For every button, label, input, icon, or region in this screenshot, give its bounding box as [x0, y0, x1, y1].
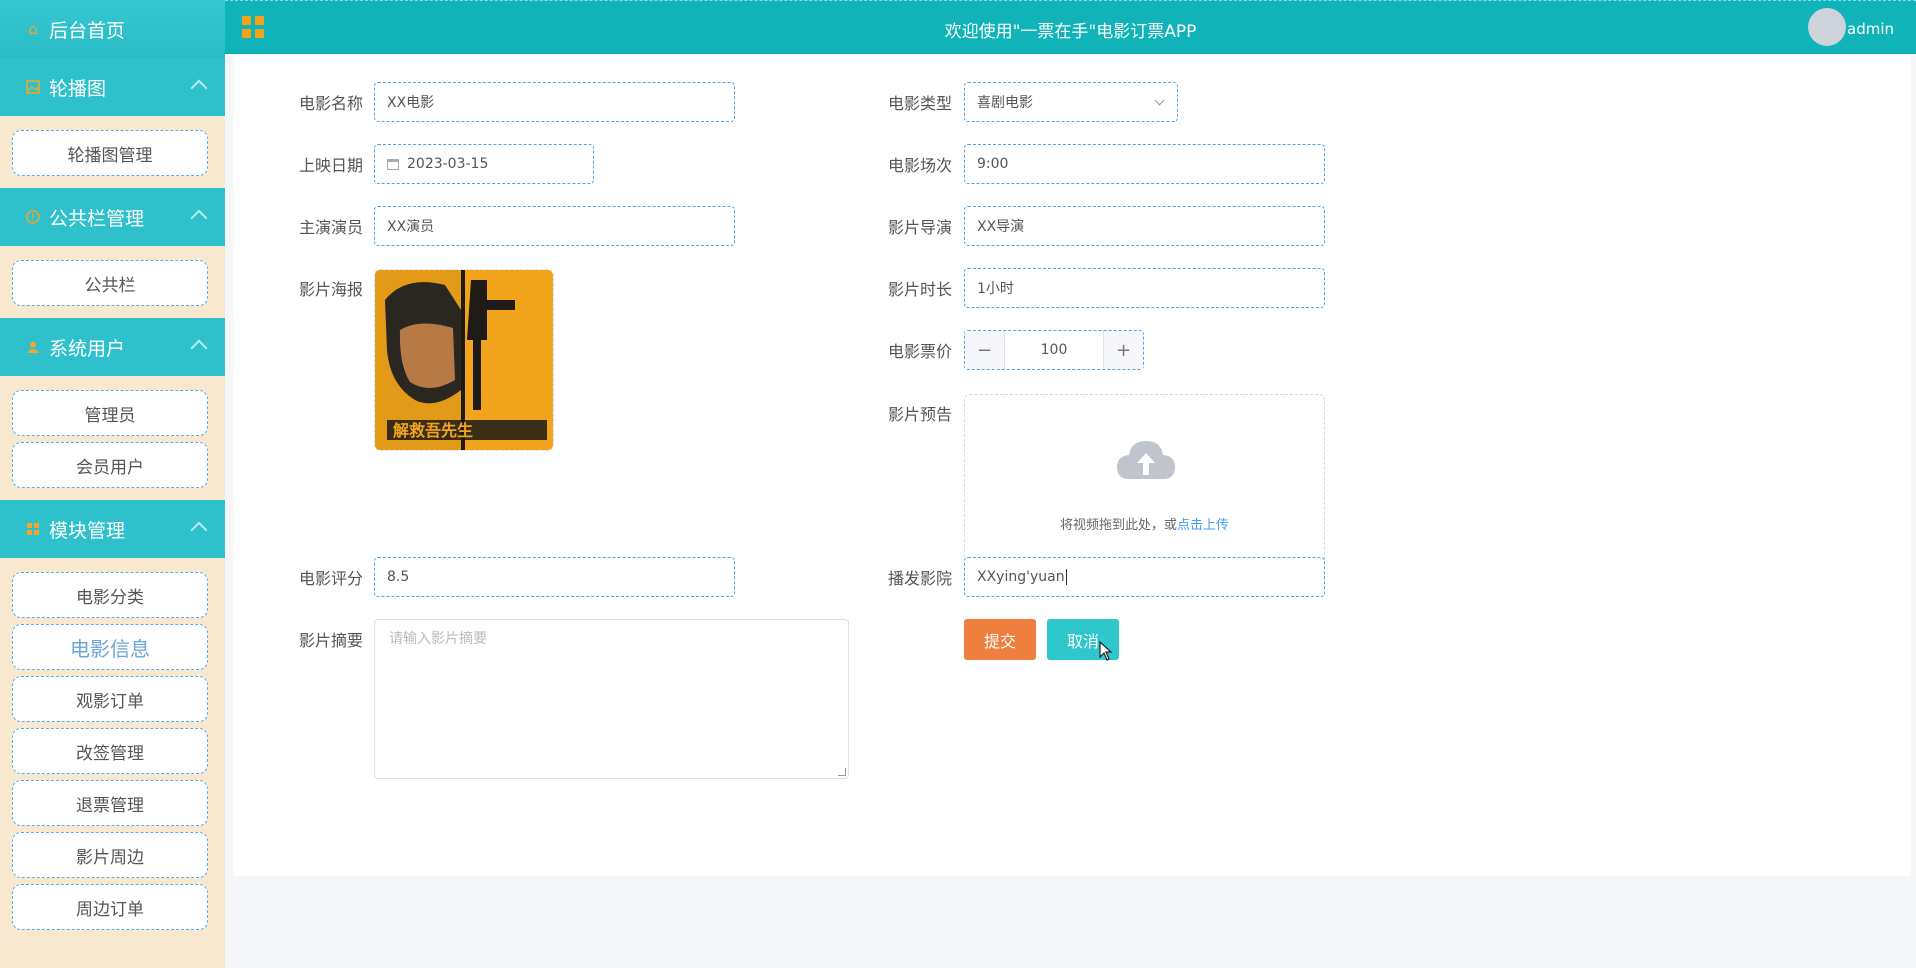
duration-label: 影片时长	[887, 280, 952, 299]
sidebar-group-label: 模块管理	[49, 519, 126, 542]
price-stepper[interactable]: − 100 +	[964, 330, 1144, 370]
sidebar-home[interactable]: ⌂ 后台首页	[0, 0, 225, 58]
type-value: 喜剧电影	[977, 95, 1033, 111]
sidebar-item-reschedule[interactable]: 改签管理	[12, 728, 208, 774]
poster-title: 解救吾先生	[393, 421, 473, 440]
chevron-down-icon	[1154, 95, 1165, 106]
sidebar: ⌂ 后台首页 轮播图 轮播图管理 公共栏管理 公共栏 系统用户 管理员 会员用户	[0, 0, 225, 968]
home-icon: ⌂	[28, 20, 38, 38]
duration-value: 1小时	[977, 281, 1014, 297]
trailer-upload-dropzone[interactable]: 将视频拖到此处，或点击上传	[964, 394, 1325, 574]
sidebar-home-label: 后台首页	[49, 19, 126, 42]
sidebar-submenu: 管理员 会员用户	[0, 376, 225, 500]
sidebar-item-merch-orders[interactable]: 周边订单	[12, 884, 208, 930]
resize-grip-icon[interactable]	[838, 768, 846, 776]
actors-label: 主演演员	[298, 218, 363, 237]
upload-link[interactable]: 点击上传	[1177, 518, 1229, 533]
poster-label: 影片海报	[298, 280, 363, 299]
sidebar-item-carousel-manage[interactable]: 轮播图管理	[12, 130, 208, 176]
rating-label: 电影评分	[298, 569, 363, 588]
welcome-title: 欢迎使用"一票在手"电影订票APP	[944, 22, 1197, 42]
sidebar-item-members[interactable]: 会员用户	[12, 442, 208, 488]
type-select[interactable]: 喜剧电影	[964, 82, 1178, 122]
calendar-icon	[387, 158, 399, 170]
plus-icon[interactable]: +	[1103, 331, 1143, 369]
price-value[interactable]: 100	[1005, 331, 1103, 369]
type-label: 电影类型	[887, 94, 952, 113]
sidebar-submenu: 公共栏	[0, 246, 225, 318]
session-value: 9:00	[977, 156, 1009, 172]
sidebar-group-system-users[interactable]: 系统用户	[0, 318, 225, 376]
summary-label: 影片摘要	[298, 631, 363, 650]
user-icon	[24, 338, 42, 356]
rating-input[interactable]: 8.5	[374, 557, 735, 597]
sidebar-group-carousel[interactable]: 轮播图	[0, 58, 225, 116]
actors-input[interactable]: XX演员	[374, 206, 735, 246]
sidebar-item-orders[interactable]: 观影订单	[12, 676, 208, 722]
mouse-cursor-icon	[1099, 641, 1113, 661]
sidebar-item-admin[interactable]: 管理员	[12, 390, 208, 436]
sidebar-group-notice[interactable]: 公共栏管理	[0, 188, 225, 246]
session-label: 电影场次	[887, 156, 952, 175]
cinema-value: XXying'yuan	[977, 569, 1065, 585]
sidebar-group-label: 轮播图	[49, 77, 107, 100]
username[interactable]: admin	[1847, 20, 1894, 38]
minus-icon[interactable]: −	[965, 331, 1005, 369]
name-value: XX电影	[387, 95, 435, 111]
rating-value: 8.5	[387, 569, 410, 585]
release-date-value: 2023-03-15	[407, 156, 489, 172]
sidebar-group-modules[interactable]: 模块管理	[0, 500, 225, 558]
name-input[interactable]: XX电影	[374, 82, 735, 122]
duration-input[interactable]: 1小时	[964, 268, 1325, 308]
sidebar-item-merch[interactable]: 影片周边	[12, 832, 208, 878]
name-label: 电影名称	[298, 94, 363, 113]
image-icon	[24, 78, 42, 96]
cinema-label: 播发影院	[887, 569, 952, 588]
release-date-picker[interactable]: 2023-03-15	[374, 144, 594, 184]
topbar: 欢迎使用"一票在手"电影订票APP admin	[225, 0, 1916, 54]
chevron-up-icon	[190, 339, 208, 357]
movie-form: 电影名称 XX电影 上映日期 2023-03-15 主演演员 XX演员 影片海报…	[233, 56, 1911, 876]
director-value: XX导演	[977, 219, 1025, 235]
price-label: 电影票价	[887, 342, 952, 361]
submit-button[interactable]: 提交	[964, 619, 1036, 660]
upload-hint-text: 将视频拖到此处，或	[1059, 518, 1177, 533]
avatar[interactable]	[1808, 8, 1846, 46]
sidebar-submenu: 电影分类 电影信息 观影订单 改签管理 退票管理 影片周边 周边订单	[0, 558, 225, 942]
chevron-up-icon	[190, 521, 208, 539]
actors-value: XX演员	[387, 219, 435, 235]
director-label: 影片导演	[887, 218, 952, 237]
sidebar-submenu: 轮播图管理	[0, 116, 225, 188]
upload-cloud-icon	[1117, 441, 1175, 479]
chevron-up-icon	[190, 79, 208, 97]
sidebar-group-label: 公共栏管理	[49, 207, 145, 230]
summary-placeholder: 请输入影片摘要	[389, 631, 487, 647]
sidebar-item-movie-category[interactable]: 电影分类	[12, 572, 208, 618]
release-date-label: 上映日期	[298, 156, 363, 175]
sidebar-group-label: 系统用户	[49, 337, 126, 360]
summary-textarea[interactable]: 请输入影片摘要	[374, 619, 849, 779]
grid-icon	[24, 520, 42, 538]
info-icon	[24, 208, 42, 226]
sidebar-item-movie-info[interactable]: 电影信息	[12, 624, 208, 670]
cinema-input[interactable]: XXying'yuan	[964, 557, 1325, 597]
poster-image[interactable]: 解救吾先生	[374, 269, 554, 451]
sidebar-item-refund[interactable]: 退票管理	[12, 780, 208, 826]
director-input[interactable]: XX导演	[964, 206, 1325, 246]
session-input[interactable]: 9:00	[964, 144, 1325, 184]
upload-hint: 将视频拖到此处，或点击上传	[965, 514, 1324, 533]
sidebar-item-notice[interactable]: 公共栏	[12, 260, 208, 306]
trailer-label: 影片预告	[887, 405, 952, 424]
text-caret	[1065, 569, 1067, 585]
chevron-up-icon	[190, 209, 208, 227]
